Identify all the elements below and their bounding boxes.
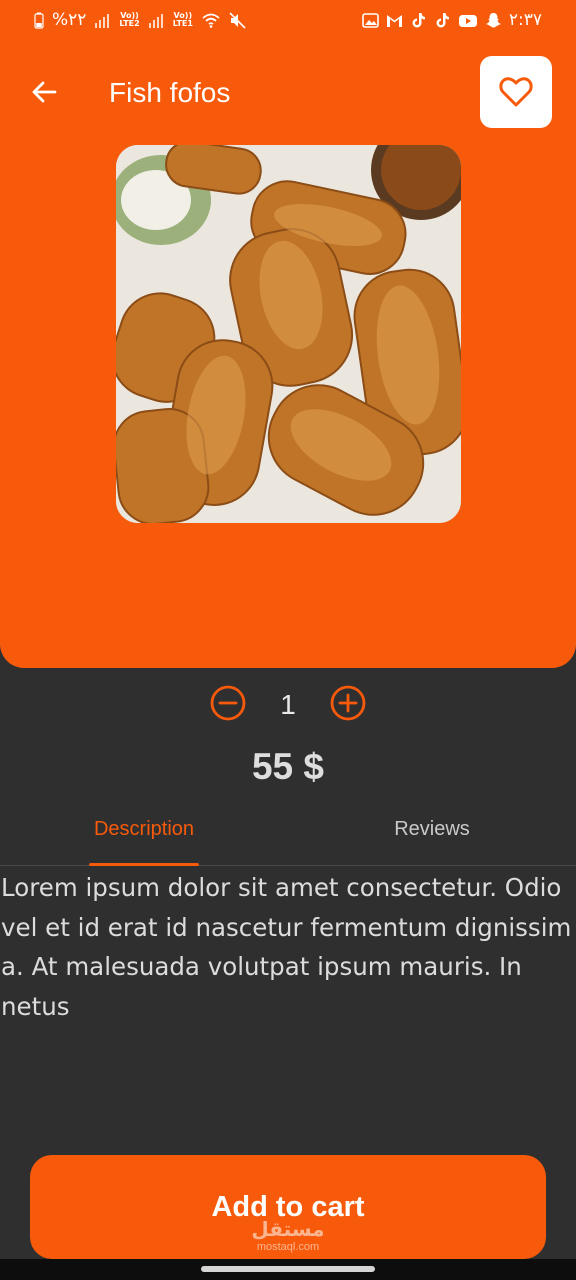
favorite-button[interactable] xyxy=(480,56,552,128)
tab-description[interactable]: Description xyxy=(0,808,288,866)
sim1-indicator: Vo)) LTE2 xyxy=(119,11,140,28)
croquettes-illustration xyxy=(116,145,461,523)
signal-icon xyxy=(148,13,163,28)
watermark-site: mostaql.com xyxy=(256,1241,320,1253)
battery-icon xyxy=(34,12,44,29)
product-image xyxy=(116,145,461,523)
gallery-icon xyxy=(362,12,379,28)
tab-bar: Description Reviews xyxy=(0,808,576,866)
product-price: 55 $ xyxy=(251,746,324,787)
quantity-value: 1 xyxy=(280,689,296,720)
quantity-stepper: 1 xyxy=(0,684,576,726)
watermark: مستقل mostaql.com xyxy=(248,1219,328,1254)
snapchat-icon xyxy=(485,12,501,27)
home-indicator[interactable] xyxy=(201,1266,375,1272)
page-title: Fish fofos xyxy=(109,77,231,108)
back-button[interactable] xyxy=(24,72,64,112)
status-left: %٢٢ Vo)) LTE2 Vo)) LTE1 xyxy=(34,10,246,30)
status-bar: %٢٢ Vo)) LTE2 Vo)) LTE1 ٢:٣٧ xyxy=(0,0,576,42)
watermark-logo: مستقل xyxy=(251,1219,325,1241)
tiktok-icon xyxy=(412,12,425,27)
status-right: ٢:٣٧ xyxy=(362,10,542,30)
plus-circle-icon[interactable] xyxy=(329,684,367,722)
active-tab-indicator xyxy=(89,863,199,866)
tab-reviews[interactable]: Reviews xyxy=(288,808,576,866)
battery-percent: %٢٢ xyxy=(52,10,87,30)
sim2-indicator: Vo)) LTE1 xyxy=(172,11,193,28)
heart-icon xyxy=(499,77,533,107)
tiktok-icon xyxy=(436,12,449,27)
mute-icon xyxy=(229,11,246,29)
youtube-icon xyxy=(458,14,477,27)
gmail-icon xyxy=(386,14,402,27)
minus-circle-icon[interactable] xyxy=(209,684,247,722)
arrow-left-icon xyxy=(32,81,57,103)
wifi-icon xyxy=(202,13,220,28)
clock: ٢:٣٧ xyxy=(508,10,542,30)
description-text: Lorem ipsum dolor sit amet consectetur. … xyxy=(1,873,572,1021)
signal-icon xyxy=(95,13,110,28)
